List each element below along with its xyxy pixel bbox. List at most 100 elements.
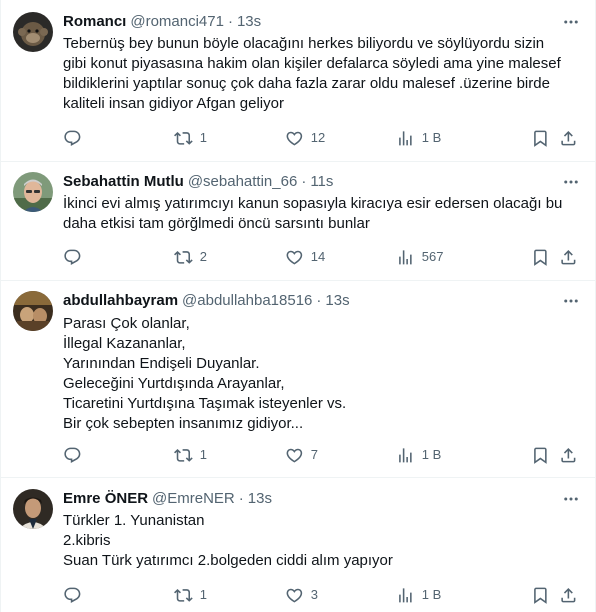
avatar-icon — [13, 172, 53, 212]
tweet-actions: 1 12 1 B — [63, 128, 583, 148]
more-options-button[interactable] — [561, 12, 581, 32]
tweet-header: Romancı @romanci471 · 13s — [63, 12, 261, 32]
views-icon — [399, 447, 412, 463]
timeline-feed: Romancı @romanci471 · 13s Tebernüş bey b… — [0, 0, 596, 612]
repost-icon — [174, 448, 193, 462]
views-icon — [399, 130, 412, 146]
like-count: 3 — [310, 587, 318, 602]
user-handle[interactable]: @abdullahba18516 — [182, 291, 312, 311]
tweet-text-line: kaliteli insan gidiyor Afgan geliyor — [63, 95, 284, 112]
separator-dot: · — [301, 173, 307, 190]
repost-button[interactable]: 1 — [174, 585, 207, 605]
avatar[interactable] — [13, 489, 53, 529]
views-button[interactable]: 1 B — [396, 128, 441, 148]
more-icon — [564, 497, 578, 501]
display-name[interactable]: Sebahattin Mutlu — [63, 172, 184, 192]
tweet-text-line: Parası Çok olanlar, — [63, 315, 190, 332]
view-count: 1 B — [421, 447, 442, 462]
display-name[interactable]: Emre ÖNER — [63, 489, 148, 509]
reply-button[interactable] — [63, 585, 89, 605]
avatar-icon — [13, 489, 53, 529]
bookmark-button[interactable] — [531, 585, 550, 605]
like-icon — [286, 448, 303, 463]
tweet[interactable]: Emre ÖNER @EmreNER · 13s Türkler 1. Yuna… — [1, 478, 595, 612]
separator-dot: · — [238, 490, 244, 507]
share-icon — [561, 447, 576, 463]
share-icon — [561, 249, 576, 265]
share-button[interactable] — [559, 445, 578, 465]
repost-button[interactable]: 1 — [174, 128, 207, 148]
more-icon — [564, 20, 578, 24]
avatar[interactable] — [13, 12, 53, 52]
bookmark-button[interactable] — [531, 128, 550, 148]
more-options-button[interactable] — [561, 489, 581, 509]
reply-button[interactable] — [63, 247, 89, 267]
tweet[interactable]: Romancı @romanci471 · 13s Tebernüş bey b… — [1, 0, 595, 162]
reply-icon — [64, 447, 81, 463]
more-options-button[interactable] — [561, 291, 581, 311]
tweet-text-line: Geleceğini Yurtdışında Arayanlar, — [63, 375, 285, 392]
repost-count: 1 — [199, 130, 207, 145]
views-button[interactable]: 1 B — [396, 585, 441, 605]
timestamp[interactable]: 13s — [325, 291, 349, 311]
like-button[interactable]: 3 — [285, 585, 318, 605]
tweet-text-line: Bir çok sebepten insanımız gidiyor... — [63, 415, 304, 432]
views-button[interactable]: 567 — [396, 247, 443, 267]
bookmark-button[interactable] — [531, 247, 550, 267]
like-button[interactable]: 12 — [285, 128, 325, 148]
repost-button[interactable]: 2 — [174, 247, 207, 267]
user-handle[interactable]: @romanci471 — [130, 12, 224, 32]
tweet-actions: 1 3 1 B — [63, 585, 583, 605]
like-count: 12 — [310, 130, 326, 145]
separator-dot: · — [227, 13, 233, 30]
like-icon — [286, 588, 303, 603]
reply-button[interactable] — [63, 445, 89, 465]
tweet-text-line: Yarınından Endişeli Duyanlar. — [63, 355, 260, 372]
repost-button[interactable]: 1 — [174, 445, 207, 465]
reply-icon — [64, 587, 81, 603]
view-count: 1 B — [421, 130, 442, 145]
bookmark-button[interactable] — [531, 445, 550, 465]
avatar[interactable] — [13, 172, 53, 212]
tweet-text-line: Tebernüş bey bunun böyle olacağını herke… — [63, 35, 545, 52]
repost-icon — [174, 588, 193, 602]
user-handle[interactable]: @EmreNER — [152, 489, 235, 509]
timestamp[interactable]: 13s — [248, 489, 272, 509]
display-name[interactable]: abdullahbayram — [63, 291, 178, 311]
tweet-text-line: daha etkisi tam görğlmedi öncü sarsıntı … — [63, 215, 370, 232]
tweet-text-line: Türkler 1. Yunanistan — [63, 512, 205, 529]
repost-count: 2 — [199, 249, 207, 264]
share-button[interactable] — [559, 128, 578, 148]
timestamp[interactable]: 11s — [310, 172, 333, 192]
more-icon — [564, 180, 578, 184]
share-button[interactable] — [559, 585, 578, 605]
like-button[interactable]: 7 — [285, 445, 318, 465]
tweet-text-line: 2.kibris — [63, 532, 111, 549]
repost-icon — [174, 250, 193, 264]
user-handle[interactable]: @sebahattin_66 — [188, 172, 297, 192]
like-icon — [286, 250, 303, 265]
reply-button[interactable] — [63, 128, 89, 148]
avatar[interactable] — [13, 291, 53, 331]
tweet-text-line: bildiklerini yaptılar sonuç çok daha faz… — [63, 75, 550, 92]
tweet-actions: 2 14 567 — [63, 247, 583, 267]
tweet-text-line: İllegal Kazananlar, — [63, 335, 186, 352]
tweet-text: Parası Çok olanlar, İllegal Kazananlar, … — [63, 314, 583, 434]
share-icon — [561, 130, 576, 146]
like-count: 14 — [310, 249, 326, 264]
timestamp[interactable]: 13s — [237, 12, 261, 32]
share-button[interactable] — [559, 247, 578, 267]
tweet-text-line: İkinci evi almış yatırımcıyı kanun sopas… — [63, 195, 563, 212]
display-name[interactable]: Romancı — [63, 12, 126, 32]
views-button[interactable]: 1 B — [396, 445, 441, 465]
more-options-button[interactable] — [561, 172, 581, 192]
view-count: 1 B — [421, 587, 442, 602]
like-button[interactable]: 14 — [285, 247, 325, 267]
tweet[interactable]: abdullahbayram @abdullahba18516 · 13s Pa… — [1, 281, 595, 478]
reply-icon — [64, 249, 81, 265]
tweet[interactable]: Sebahattin Mutlu @sebahattin_66 · 11s İk… — [1, 162, 595, 281]
separator-dot: · — [316, 292, 322, 309]
tweet-text: Tebernüş bey bunun böyle olacağını herke… — [63, 34, 583, 114]
repost-count: 1 — [199, 447, 207, 462]
tweet-header: Sebahattin Mutlu @sebahattin_66 · 11s — [63, 172, 333, 192]
